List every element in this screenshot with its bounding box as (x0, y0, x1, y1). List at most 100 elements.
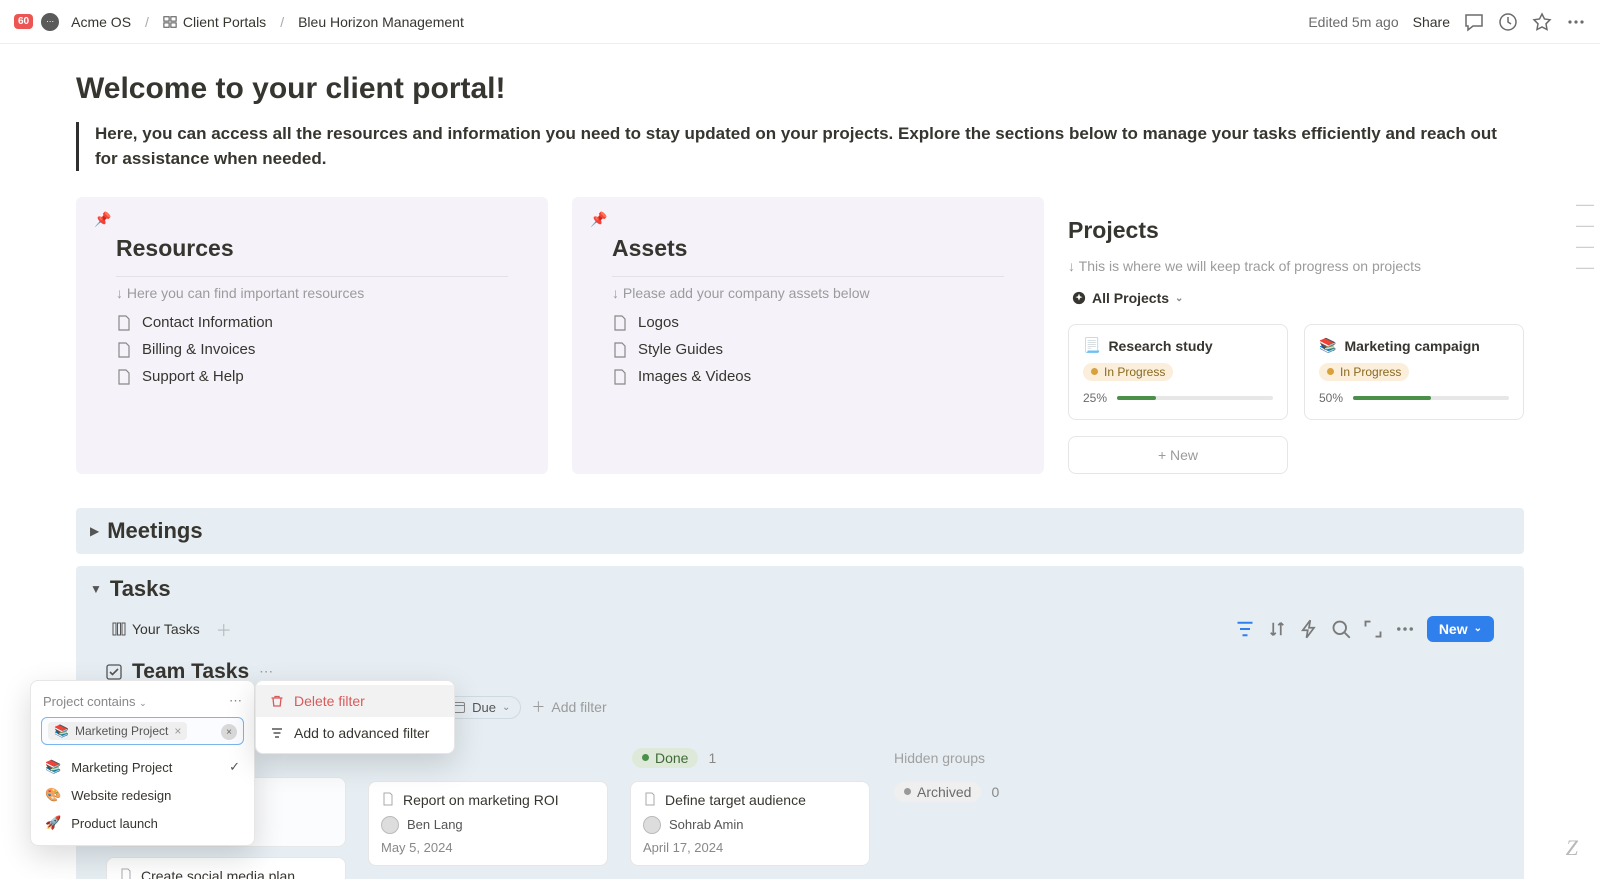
updates-clock-icon[interactable] (1498, 12, 1518, 32)
resource-label: Support & Help (142, 368, 244, 385)
board-hidden-groups: Hidden groups Archived 0 (892, 745, 1092, 815)
more-menu-icon[interactable] (1566, 12, 1586, 32)
resource-item-billing[interactable]: Billing & Invoices (104, 336, 520, 363)
add-filter-button[interactable]: ＋ Add filter (531, 697, 606, 717)
expand-icon[interactable] (1363, 619, 1383, 639)
ctx-advanced-filter[interactable]: Add to advanced filter (256, 717, 454, 749)
your-tasks-tab[interactable]: Your Tasks (106, 617, 206, 641)
clear-input-icon[interactable]: × (221, 724, 237, 740)
status-dot-icon (1327, 368, 1334, 375)
ctx-delete-filter[interactable]: Delete filter (256, 685, 454, 717)
topbar: 60 ⋯ Acme OS / Client Portals / Bleu Hor… (0, 0, 1600, 44)
option-emoji: 🚀 (45, 815, 61, 831)
filter-more-icon[interactable]: ⋯ (229, 693, 242, 709)
asset-item-images[interactable]: Images & Videos (600, 363, 1016, 390)
menu-toggle-badge[interactable]: 60 (14, 14, 33, 29)
asset-item-style-guides[interactable]: Style Guides (600, 336, 1016, 363)
resource-item-support[interactable]: Support & Help (104, 363, 520, 390)
progress-pct: 25% (1083, 391, 1107, 405)
breadcrumb-client-portals[interactable]: Client Portals (159, 12, 270, 32)
breadcrumb-acme-os[interactable]: Acme OS (67, 12, 135, 32)
page-icon (643, 792, 657, 806)
team-tasks-more-icon[interactable]: ⋯ (259, 663, 273, 680)
tasks-toggle[interactable]: ▼ Tasks (76, 566, 1524, 612)
share-button[interactable]: Share (1413, 14, 1450, 30)
workspace-logo-icon[interactable]: ⋯ (41, 13, 59, 31)
all-projects-view-tab[interactable]: All Projects ⌄ (1068, 288, 1187, 308)
page-icon (119, 868, 133, 879)
asset-label: Style Guides (638, 341, 723, 358)
board-card-social-media[interactable]: Create social media plan (106, 857, 346, 879)
asset-label: Images & Videos (638, 368, 751, 385)
sort-icon[interactable] (1267, 619, 1287, 639)
page-outline-toc[interactable]: ———— (1576, 194, 1594, 278)
add-view-button[interactable]: ＋ (216, 617, 232, 641)
pin-icon: 📌 (590, 211, 607, 228)
chevron-down-icon: ⌄ (1474, 623, 1482, 634)
divider (612, 276, 1004, 277)
projects-title: Projects (1068, 217, 1524, 244)
breadcrumb-separator: / (145, 14, 149, 30)
option-emoji: 🎨 (45, 787, 61, 803)
tasks-db-header: Your Tasks ＋ New⌄ (106, 612, 1494, 652)
card-date-label: April 17, 2024 (643, 840, 857, 855)
project-emoji: 📃 (1083, 337, 1100, 354)
ctx-delete-label: Delete filter (294, 693, 365, 709)
breadcrumb-current-page[interactable]: Bleu Horizon Management (294, 12, 468, 32)
selected-value-chip[interactable]: 📚 Marketing Project × (48, 722, 187, 740)
avatar (381, 816, 399, 834)
page-title: Welcome to your client portal! (76, 72, 1524, 106)
f-due-label: Due (472, 700, 496, 715)
filter-property-label: Project (43, 694, 83, 709)
meetings-title: Meetings (107, 518, 202, 544)
card-title-label: Create social media plan (141, 868, 295, 879)
all-projects-label: All Projects (1092, 290, 1169, 306)
filter-option-website-redesign[interactable]: 🎨 Website redesign (31, 781, 254, 809)
filter-value-input[interactable]: 📚 Marketing Project × × (41, 717, 244, 745)
breadcrumb-client-portals-label: Client Portals (183, 14, 266, 30)
page-icon (612, 342, 628, 358)
project-name: Research study (1108, 338, 1212, 354)
tasks-title: Tasks (110, 576, 171, 602)
option-label: Marketing Project (71, 760, 172, 775)
bolt-icon[interactable] (1299, 619, 1319, 639)
filter-option-product-launch[interactable]: 🚀 Product launch (31, 809, 254, 837)
new-project-button[interactable]: + New (1068, 436, 1288, 474)
favorite-star-icon[interactable] (1532, 12, 1552, 32)
filter-operator-select[interactable]: contains ⌄ (87, 694, 147, 709)
card-user-label: Sohrab Amin (669, 817, 743, 832)
add-filter-label: Add filter (551, 699, 606, 715)
comments-icon[interactable] (1464, 12, 1484, 32)
page-icon (612, 315, 628, 331)
progress-pct: 50% (1319, 391, 1343, 405)
resource-item-contact[interactable]: Contact Information (104, 309, 520, 336)
project-card-marketing[interactable]: 📚Marketing campaign In Progress 50% (1304, 324, 1524, 420)
status-done-pill[interactable]: Done (632, 748, 698, 768)
asset-item-logos[interactable]: Logos (600, 309, 1016, 336)
filter-option-marketing-project[interactable]: 📚 Marketing Project ✓ (31, 753, 254, 781)
col-count: 0 (991, 784, 999, 800)
assets-card: 📌 Assets ↓ Please add your company asset… (572, 197, 1044, 474)
hidden-groups-label[interactable]: Hidden groups (894, 750, 985, 766)
assets-hint: ↓ Please add your company assets below (612, 285, 1016, 301)
filter-context-menu: Delete filter Add to advanced filter (255, 680, 455, 754)
project-card-research[interactable]: 📃Research study In Progress 25% (1068, 324, 1288, 420)
more-icon[interactable] (1395, 619, 1415, 639)
edited-timestamp: Edited 5m ago (1308, 14, 1398, 30)
status-archived-pill[interactable]: Archived (894, 782, 981, 802)
topbar-right: Edited 5m ago Share (1308, 12, 1586, 32)
chip-emoji: 📚 (54, 724, 69, 738)
chip-remove-icon[interactable]: × (174, 724, 181, 738)
topbar-left: 60 ⋯ Acme OS / Client Portals / Bleu Hor… (14, 12, 1308, 32)
option-label: Product launch (71, 816, 158, 831)
chip-label: Marketing Project (75, 724, 168, 738)
status-label: In Progress (1340, 365, 1401, 379)
new-task-button[interactable]: New⌄ (1427, 616, 1494, 642)
search-icon[interactable] (1331, 619, 1351, 639)
filter-icon[interactable] (1235, 619, 1255, 639)
caret-right-icon: ▶ (90, 524, 99, 538)
board-card-audience[interactable]: Define target audience Sohrab Amin April… (630, 781, 870, 866)
meetings-toggle[interactable]: ▶ Meetings (76, 508, 1524, 554)
caret-down-icon: ▼ (90, 582, 102, 596)
board-card-roi[interactable]: Report on marketing ROI Ben Lang May 5, … (368, 781, 608, 866)
